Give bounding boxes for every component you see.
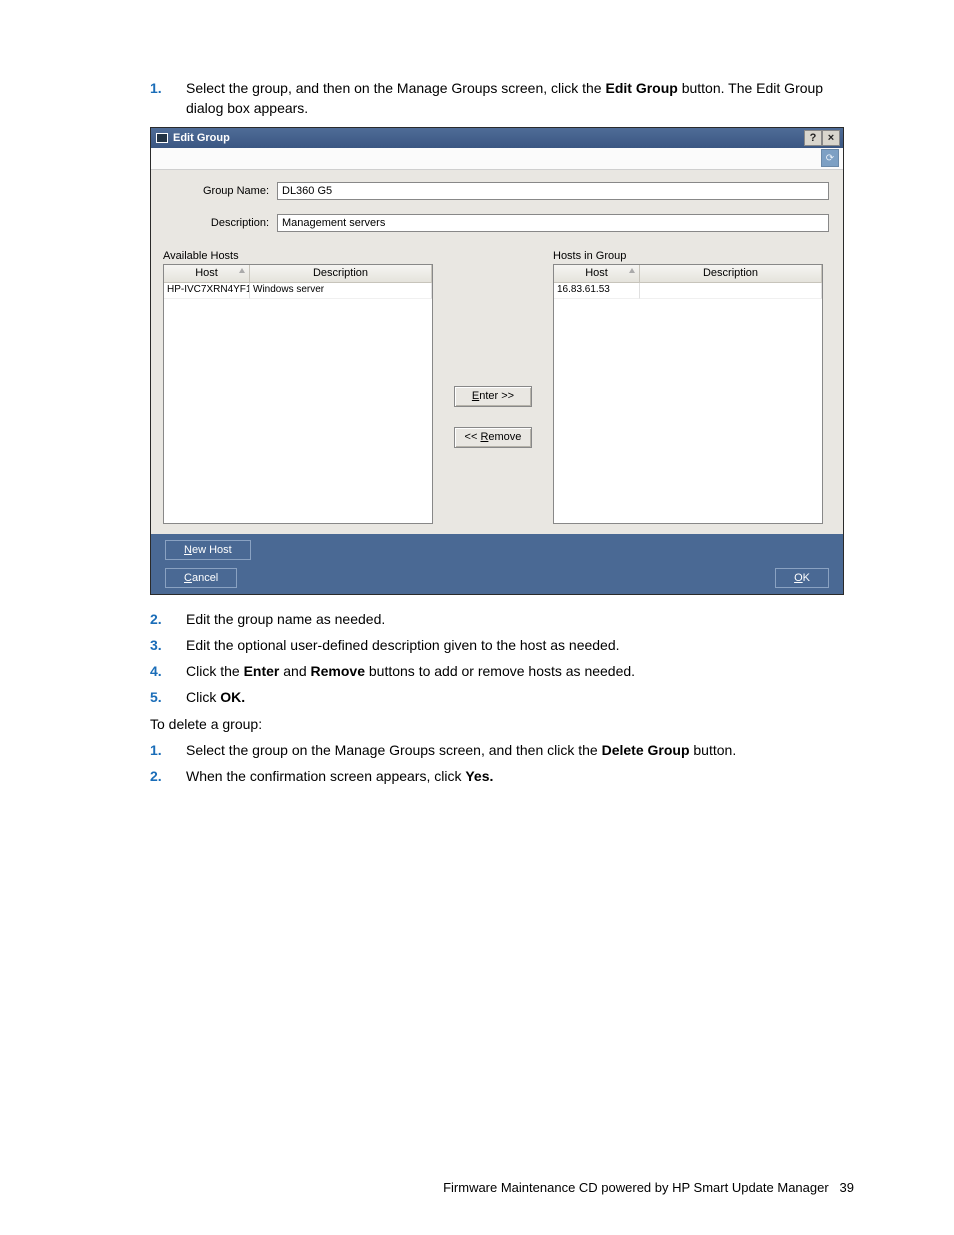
- sort-icon: [629, 268, 635, 273]
- step-number: 1.: [150, 78, 178, 98]
- sort-icon: [239, 268, 245, 273]
- list-item: 1. Select the group, and then on the Man…: [186, 78, 854, 119]
- delete-steps-list: 1.Select the group on the Manage Groups …: [186, 740, 854, 787]
- list-item: 2.Edit the group name as needed.: [186, 609, 854, 629]
- step-number: 3.: [150, 635, 178, 655]
- column-header-description[interactable]: Description: [640, 265, 822, 283]
- available-hosts-grid[interactable]: Host Description HP-IVC7XRN4YF1FWindows …: [163, 264, 433, 524]
- list-item: 4.Click the Enter and Remove buttons to …: [186, 661, 854, 681]
- cell-description: Windows server: [250, 283, 432, 299]
- step-text: Click the Enter and Remove buttons to ad…: [186, 663, 635, 679]
- ok-button[interactable]: OK: [775, 568, 829, 588]
- dialog-screenshot: Edit Group ? × ⟳ Group Name: Description…: [150, 127, 854, 595]
- hosts-in-group-grid[interactable]: Host Description 16.83.61.53: [553, 264, 823, 524]
- hosts-in-group-label: Hosts in Group: [553, 250, 823, 262]
- step-text: When the confirmation screen appears, cl…: [186, 768, 493, 784]
- dialog-toolbar: ⟳: [151, 148, 843, 170]
- cancel-button[interactable]: Cancel: [165, 568, 237, 588]
- group-name-input[interactable]: [277, 182, 829, 200]
- list-item: 5.Click OK.: [186, 687, 854, 707]
- step-text: Edit the optional user-defined descripti…: [186, 637, 620, 653]
- step-number: 2.: [150, 609, 178, 629]
- new-host-button[interactable]: New Host: [165, 540, 251, 560]
- edit-group-dialog: Edit Group ? × ⟳ Group Name: Description…: [150, 127, 844, 595]
- column-header-host[interactable]: Host: [554, 265, 640, 283]
- table-row[interactable]: HP-IVC7XRN4YF1FWindows server: [164, 283, 432, 299]
- step-text: Edit the group name as needed.: [186, 611, 385, 627]
- column-header-host[interactable]: Host: [164, 265, 250, 283]
- edit-steps-list: 1. Select the group, and then on the Man…: [186, 78, 854, 119]
- page-footer: Firmware Maintenance CD powered by HP Sm…: [443, 1180, 854, 1195]
- table-row[interactable]: 16.83.61.53: [554, 283, 822, 299]
- step-number: 1.: [150, 740, 178, 760]
- remove-button[interactable]: << Remove: [454, 427, 532, 448]
- description-input[interactable]: [277, 214, 829, 232]
- edit-steps-list-cont: 2.Edit the group name as needed. 3.Edit t…: [186, 609, 854, 708]
- enter-button[interactable]: Enter >>: [454, 386, 532, 407]
- step-text: Click OK.: [186, 689, 245, 705]
- refresh-icon[interactable]: ⟳: [821, 149, 839, 167]
- column-header-description[interactable]: Description: [250, 265, 432, 283]
- step-text: Select the group on the Manage Groups sc…: [186, 742, 736, 758]
- close-button[interactable]: ×: [822, 130, 840, 146]
- cell-description: [640, 283, 822, 299]
- step-number: 2.: [150, 766, 178, 786]
- help-button[interactable]: ?: [804, 130, 822, 146]
- step-number: 5.: [150, 687, 178, 707]
- cell-host: 16.83.61.53: [554, 283, 640, 299]
- step-text: Select the group, and then on the Manage…: [186, 80, 823, 116]
- list-item: 1.Select the group on the Manage Groups …: [186, 740, 854, 760]
- available-hosts-label: Available Hosts: [163, 250, 433, 262]
- dialog-title: Edit Group: [173, 132, 230, 144]
- cell-host: HP-IVC7XRN4YF1F: [164, 283, 250, 299]
- description-label: Description:: [165, 217, 277, 229]
- app-icon: [156, 133, 168, 143]
- step-number: 4.: [150, 661, 178, 681]
- list-item: 2.When the confirmation screen appears, …: [186, 766, 854, 786]
- group-name-label: Group Name:: [165, 185, 277, 197]
- dialog-titlebar: Edit Group ? ×: [151, 128, 843, 148]
- list-item: 3.Edit the optional user-defined descrip…: [186, 635, 854, 655]
- delete-intro: To delete a group:: [150, 714, 854, 734]
